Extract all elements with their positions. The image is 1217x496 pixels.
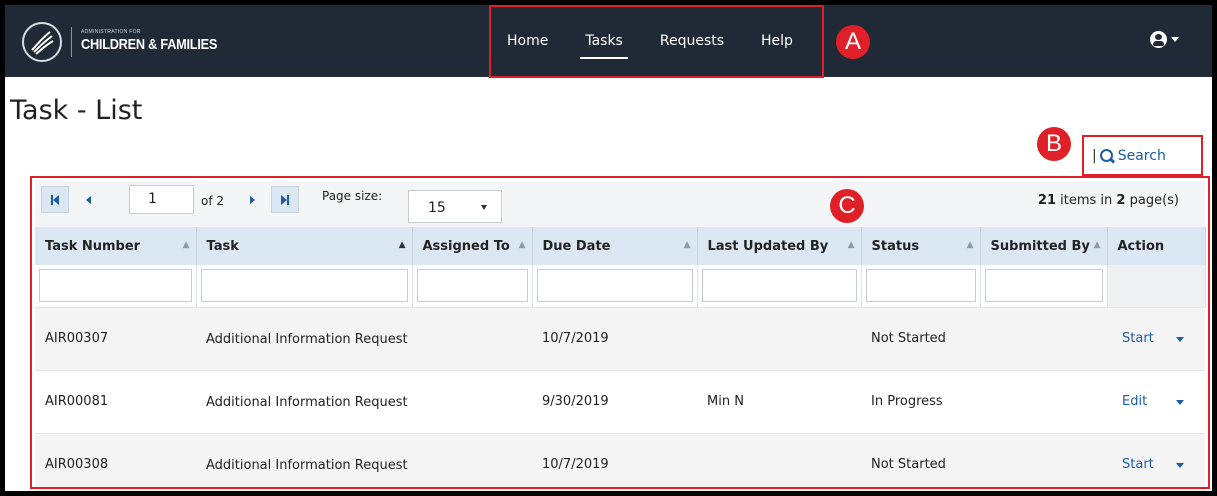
search-link[interactable]: | Search [1082,135,1203,176]
app-frame: ADMINISTRATION FOR CHILDREN & FAMILIES H… [5,5,1212,491]
user-menu[interactable] [1150,31,1179,48]
annotation-marker-b: B [1037,127,1071,161]
logo-subtitle: ADMINISTRATION FOR [81,29,141,35]
hhs-seal-icon [22,22,62,62]
logo-title[interactable]: CHILDREN & FAMILIES [81,36,217,53]
annotation-marker-c: C [830,189,864,223]
user-circle-icon [1150,31,1167,48]
annotation-box-a [489,5,824,78]
search-separator: | [1092,147,1097,164]
chevron-down-icon [1171,37,1179,42]
annotation-box-c [30,176,1210,489]
logo-divider [71,27,72,57]
annotation-marker-a: A [836,25,870,59]
search-label: Search [1117,147,1166,164]
search-icon [1099,148,1114,163]
page-title: Task - List [10,95,143,126]
